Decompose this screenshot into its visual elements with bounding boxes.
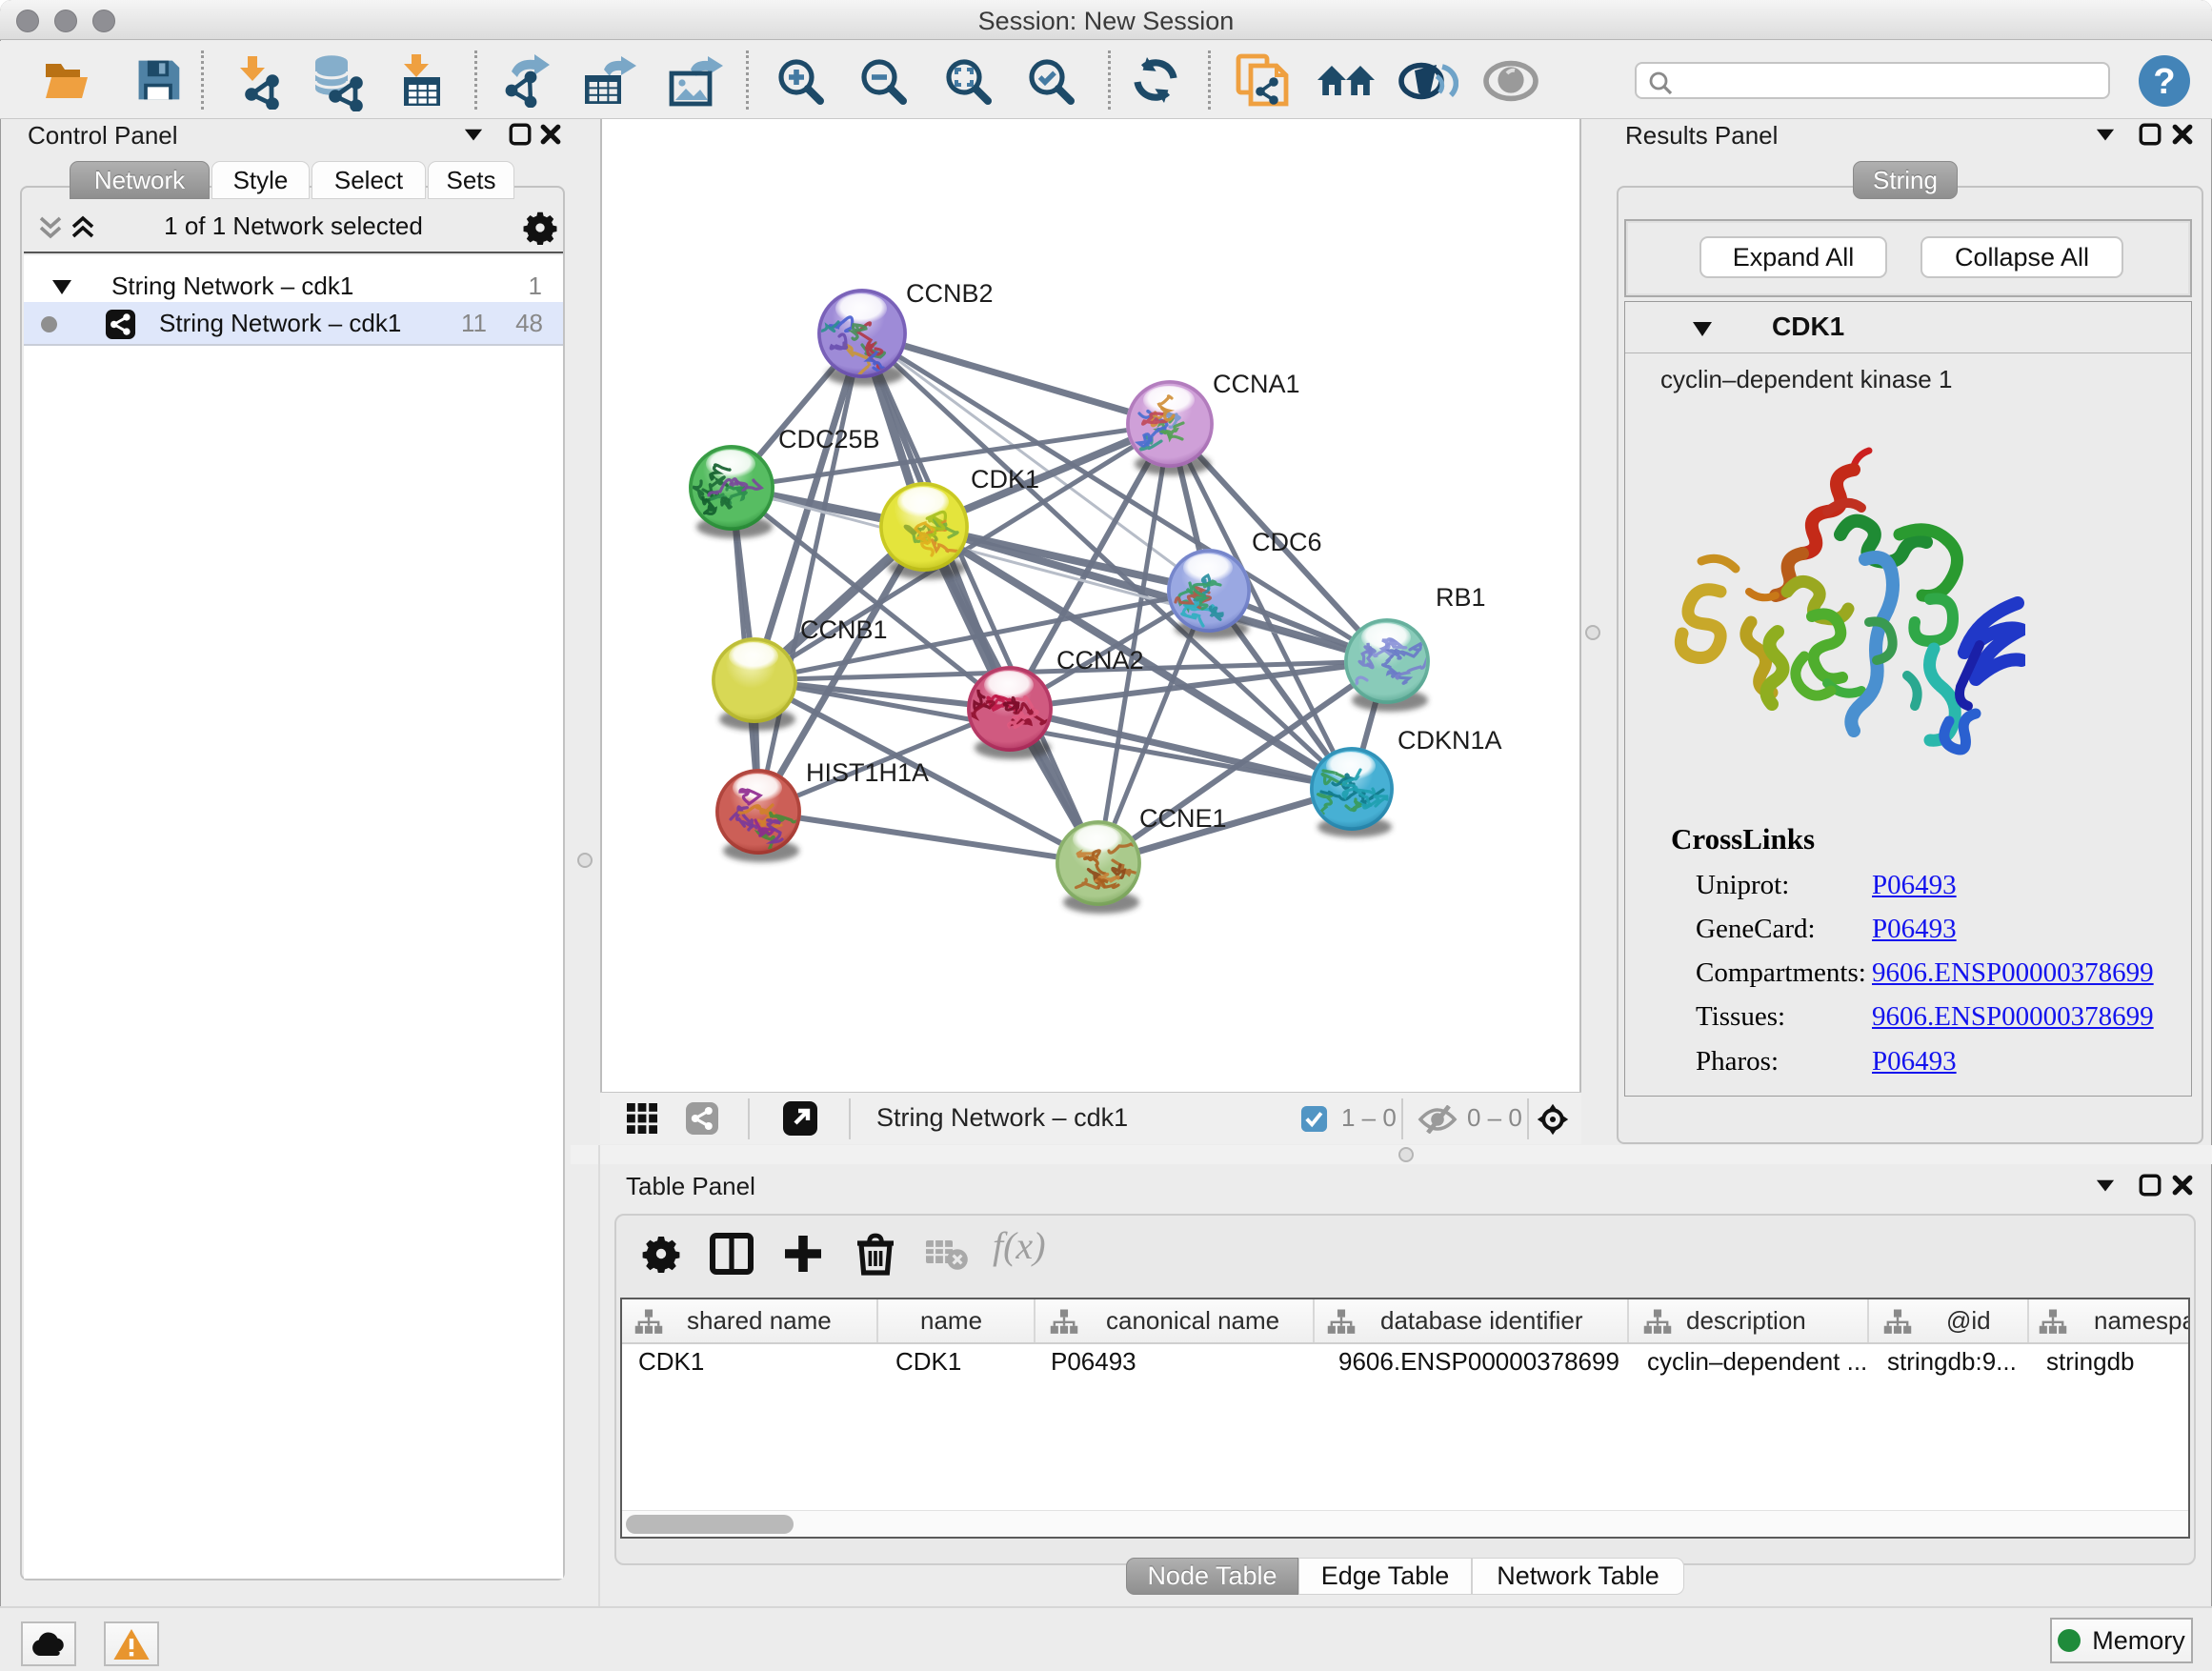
svg-text:CDKN1A: CDKN1A	[1398, 726, 1502, 755]
svg-text:CCNA1: CCNA1	[1213, 370, 1300, 398]
svg-text:CCNA2: CCNA2	[1056, 646, 1144, 674]
svg-text:CCNB2: CCNB2	[906, 279, 994, 308]
svg-text:CDC25B: CDC25B	[778, 425, 880, 453]
svg-text:?: ?	[2153, 62, 2175, 102]
svg-text:CCNB1: CCNB1	[800, 615, 888, 644]
svg-text:CDC6: CDC6	[1252, 528, 1322, 556]
svg-text:CDK1: CDK1	[971, 465, 1039, 493]
svg-text:CCNE1: CCNE1	[1139, 804, 1227, 833]
svg-text:HIST1H1A: HIST1H1A	[806, 758, 929, 787]
svg-text:RB1: RB1	[1436, 583, 1486, 612]
